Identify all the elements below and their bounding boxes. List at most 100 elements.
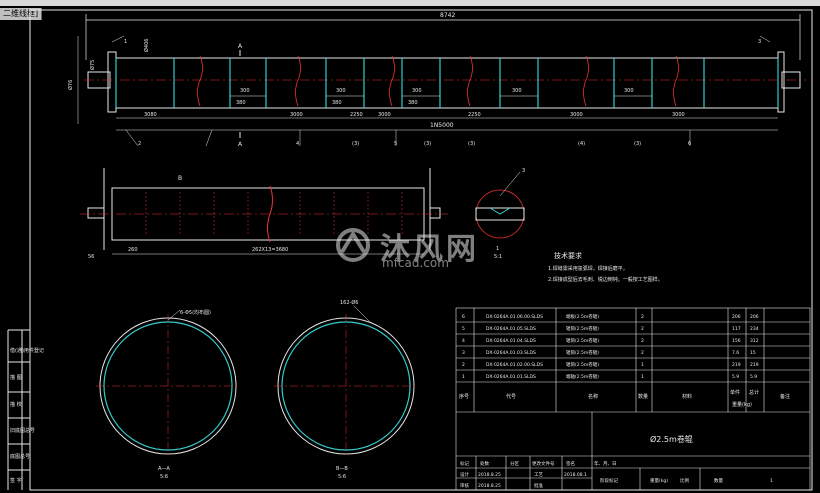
part-code-2: DX-0264A.01.04.SLDS <box>486 338 536 344</box>
part-name-0: 端板(2.5m卷辊) <box>566 313 599 320</box>
part-w2-4: 219 <box>750 362 759 368</box>
side-section-mark: B <box>178 175 182 182</box>
balloon-8: (3) <box>424 141 431 147</box>
section-b-label: B—B <box>336 466 348 472</box>
balloon-7: (3) <box>352 141 359 147</box>
design-1: 2018.8.25 <box>478 472 501 478</box>
small-dim-6: 300 <box>512 88 522 94</box>
header-weight: 重量(kg) <box>732 401 752 408</box>
detail-scale: 5:1 <box>494 254 502 260</box>
part-w1-3: 7.6 <box>732 350 739 356</box>
stage-2: 比例 <box>680 477 689 484</box>
left-panel-label-3: 旧底图总号 <box>10 427 35 434</box>
part-code-4: DX-0264A.01.02.00.SLDS <box>486 362 543 368</box>
review-1: 2018.8.25 <box>478 483 501 489</box>
balloon-4: 4 <box>296 141 299 147</box>
small-dim-0: 300 <box>240 88 250 94</box>
left-panel-label-1: 描 图 <box>10 374 22 381</box>
section-mark-bottom: A <box>238 141 243 148</box>
part-no-5: 1 <box>462 374 465 380</box>
sign-1: 处数 <box>480 460 489 467</box>
part-w2-2: 312 <box>750 338 759 344</box>
part-qty-5: 1 <box>641 374 644 380</box>
detail-note: 1 <box>496 246 499 252</box>
overall-dim: 8742 <box>440 12 455 19</box>
watermark-url: mfcad.com <box>382 256 449 270</box>
part-code-5: DX-0264A.01.01.SLDS <box>486 374 536 380</box>
section-a-scale: 5:6 <box>160 474 168 480</box>
segment-dim-6: 3000 <box>672 112 685 118</box>
section-b-b: 162-Ø6 B—B 5:6 <box>274 299 418 480</box>
stage-1: 重量(kg) <box>650 477 668 484</box>
watermark: 沐风网 mfcad.com <box>330 222 490 270</box>
header-total: 总计 <box>749 389 759 396</box>
balloon-5: 5 <box>394 141 397 147</box>
small-dim-4: 300 <box>412 88 422 94</box>
segment-dim-3: 2250 <box>350 112 363 118</box>
part-w1-5: 5.9 <box>732 374 739 380</box>
part-name-5: 端轴(2.5m卷辊) <box>566 373 599 380</box>
design-0: 设计 <box>460 471 469 478</box>
left-dim-2: Ø406 <box>143 39 150 52</box>
header-name: 名称 <box>588 393 598 400</box>
segment-dim-4: 2250 <box>468 112 481 118</box>
drawing-title: Ø2.5m卷辊 <box>650 434 693 444</box>
small-dim-7: 300 <box>624 88 634 94</box>
header-qty: 数量 <box>638 393 648 400</box>
header-code: 代号 <box>506 393 516 400</box>
part-no-4: 2 <box>462 362 465 368</box>
qty-label: 数量 <box>714 477 723 484</box>
section-a-label: A—A <box>158 466 170 472</box>
segment-dim-1: 3000 <box>290 112 303 118</box>
section-mark-top: A <box>238 43 243 50</box>
part-name-1: 辊筒(2.5m卷辊) <box>566 325 599 332</box>
balloon-9: (3) <box>468 141 475 147</box>
sign-3: 更改文件号 <box>532 460 555 467</box>
parts-headers: 序号 代号 名称 数量 材料 单件 总计 重量(kg) 备注 <box>459 389 790 408</box>
balloon-2: 2 <box>138 141 141 147</box>
part-qty-4: 1 <box>641 362 644 368</box>
header-single: 单件 <box>730 389 740 396</box>
sign-0: 标记 <box>460 460 469 467</box>
review-0: 审核 <box>460 482 469 489</box>
design-2: 工艺 <box>534 472 543 478</box>
part-w2-3: 15 <box>750 350 756 356</box>
left-panel-label-0: 借(通)用件登记 <box>10 347 44 354</box>
part-w2-1: 234 <box>750 326 759 332</box>
part-qty-0: 2 <box>641 314 644 320</box>
small-dim-2: 300 <box>336 88 346 94</box>
section-a-a: 6-Φ5(均布圆) A—A 5:6 <box>96 309 240 480</box>
tech-req-line-0: 1.焊缝需采用氩弧焊，焊接后磨平， <box>548 265 628 272</box>
sign-4: 签名 <box>566 460 575 467</box>
balloon-11: (3) <box>634 141 641 147</box>
part-no-3: 3 <box>462 350 465 356</box>
left-panel <box>7 329 30 490</box>
segment-dim-5: 3000 <box>570 112 583 118</box>
part-name-4: 辊筒(2.5m卷辊) <box>566 361 599 368</box>
stage-0: 阶段标记 <box>600 477 618 484</box>
part-name-2: 辊筒(2.5m卷辊) <box>566 337 599 344</box>
left-panel-label-5: 签 字 <box>10 477 22 484</box>
segment-dim-0: 3080 <box>144 112 157 118</box>
watermark-logo-icon <box>336 228 370 262</box>
part-w1-1: 117 <box>732 326 741 332</box>
header-material: 材料 <box>682 393 692 400</box>
side-dim-1: 262X13=3680 <box>252 247 288 253</box>
segment-dim-2: 3000 <box>378 112 391 118</box>
balloon-3: 3 <box>758 39 761 45</box>
part-no-2: 4 <box>462 338 465 344</box>
left-dim-0: Ø76 <box>67 80 74 90</box>
roll-len-dim: 1N5000 <box>430 122 454 129</box>
left-panel-label-4: 底图总号 <box>10 453 30 460</box>
part-qty-2: 2 <box>641 338 644 344</box>
tech-req-title: 技术要求 <box>554 251 582 260</box>
tech-req-line-1: 2.焊接成型后去毛刺、锐边倒钝，一般按工艺图样。 <box>548 276 663 283</box>
small-dim-5: 380 <box>408 100 418 106</box>
part-w1-4: 219 <box>732 362 741 368</box>
sign-5: 年、月、日 <box>594 460 617 467</box>
sign-rows: 标记 处数 分区 更改文件号 签名 年、月、日 设计 2018.8.25 工艺 … <box>460 460 773 489</box>
header-no: 序号 <box>459 393 469 400</box>
part-code-0: DX-0264A.01.06.00.SLDS <box>486 314 543 320</box>
part-qty-1: 2 <box>641 326 644 332</box>
header-remark: 备注 <box>780 393 790 400</box>
